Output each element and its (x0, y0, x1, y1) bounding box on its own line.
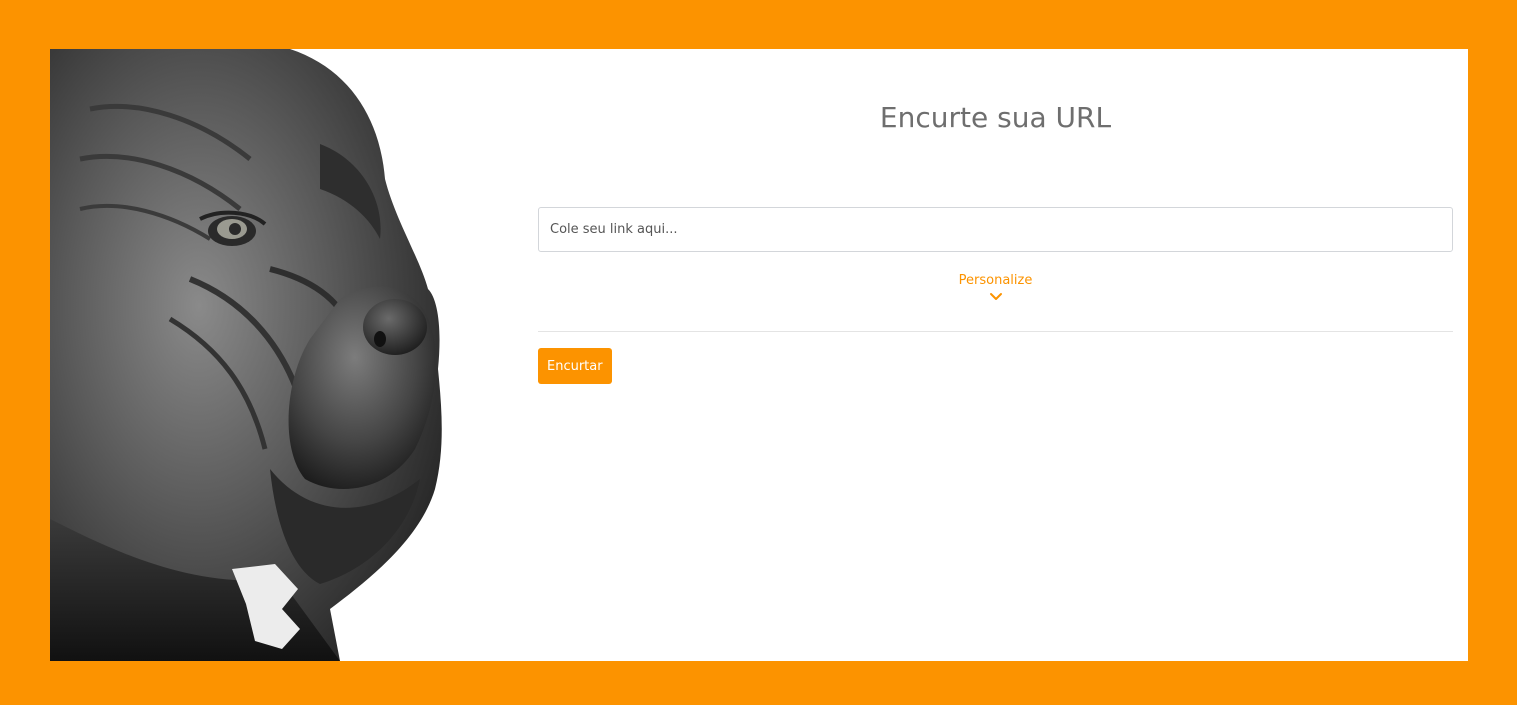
divider (538, 331, 1453, 332)
main-card: Encurte sua URL Personalize Encurtar (50, 49, 1468, 661)
shortener-form: Encurte sua URL Personalize Encurtar (538, 49, 1453, 661)
dog-photo (50, 49, 442, 661)
url-input[interactable] (538, 207, 1453, 252)
shorten-button[interactable]: Encurtar (538, 348, 612, 384)
chevron-down-icon (989, 293, 1002, 300)
customize-toggle[interactable]: Personalize (538, 273, 1453, 302)
page-title: Encurte sua URL (879, 101, 1112, 134)
page-background: Encurte sua URL Personalize Encurtar (0, 0, 1517, 705)
customize-label: Personalize (958, 273, 1033, 288)
